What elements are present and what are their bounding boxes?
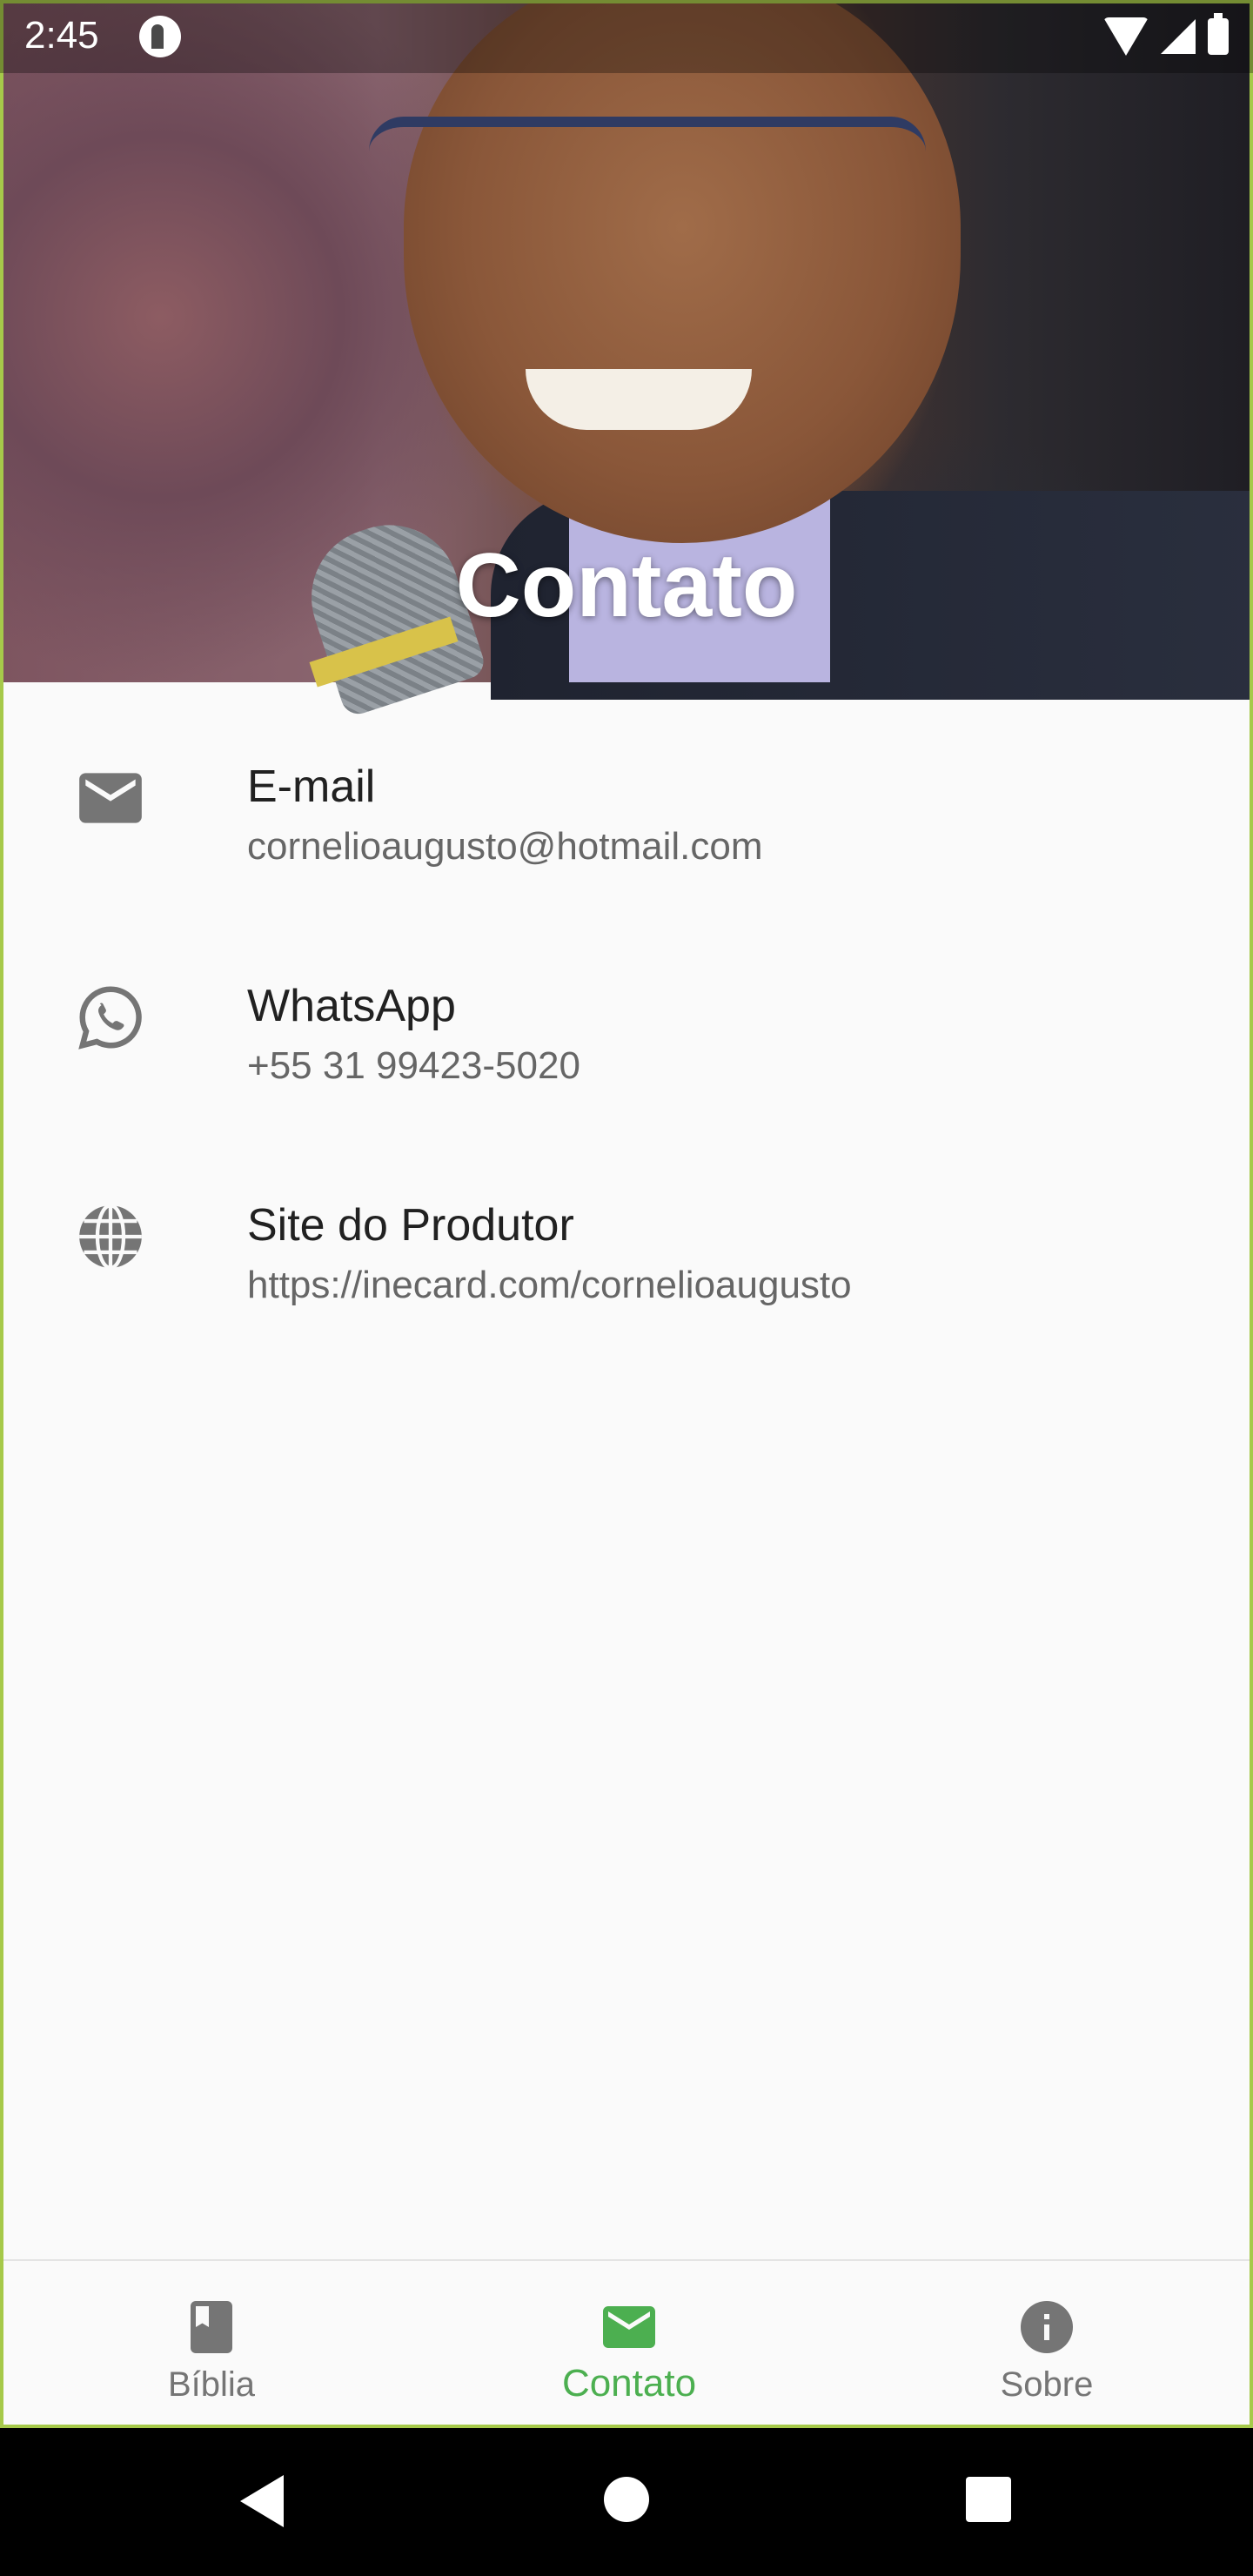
book-icon bbox=[191, 2301, 232, 2353]
wifi-icon bbox=[1103, 17, 1149, 56]
email-icon bbox=[79, 773, 142, 823]
status-bar: 2:45 bbox=[0, 0, 1253, 73]
header-photo: Contato bbox=[3, 3, 1250, 719]
status-time: 2:45 bbox=[24, 14, 99, 57]
header-photo-face bbox=[404, 3, 961, 543]
app-frame: Contato E-mail cornelioaugusto@hotmail.c… bbox=[0, 0, 1253, 2428]
nav-label-biblia: Bíblia bbox=[167, 2365, 256, 2404]
list-item-whatsapp[interactable]: WhatsApp +55 31 99423-5020 bbox=[3, 902, 1250, 1119]
globe-icon bbox=[79, 1204, 142, 1270]
header-photo-glasses bbox=[369, 117, 926, 231]
bottom-navigation: Bíblia Contato Sobre bbox=[3, 2259, 1250, 2425]
nav-item-sobre[interactable]: Sobre bbox=[942, 2261, 1151, 2425]
site-value: https://inecard.com/cornelioaugusto bbox=[247, 1264, 852, 1306]
header-photo-smile bbox=[526, 369, 752, 430]
email-title: E-mail bbox=[247, 761, 376, 812]
recents-icon[interactable] bbox=[966, 2477, 1011, 2522]
email-value: cornelioaugusto@hotmail.com bbox=[247, 825, 763, 868]
system-navigation-bar bbox=[0, 2428, 1253, 2576]
back-icon[interactable] bbox=[240, 2475, 284, 2527]
whatsapp-value: +55 31 99423-5020 bbox=[247, 1044, 580, 1087]
status-icons bbox=[1103, 13, 1229, 57]
home-icon[interactable] bbox=[604, 2477, 649, 2522]
list-item-email[interactable]: E-mail cornelioaugusto@hotmail.com bbox=[3, 682, 1250, 900]
signal-icon bbox=[1161, 19, 1196, 54]
nav-label-sobre: Sobre bbox=[1000, 2365, 1094, 2404]
nav-item-biblia[interactable]: Bíblia bbox=[107, 2261, 316, 2425]
app-notification-icon bbox=[139, 16, 181, 57]
site-title: Site do Produtor bbox=[247, 1200, 574, 1251]
whatsapp-title: WhatsApp bbox=[247, 981, 456, 1031]
nav-label-contato: Contato bbox=[561, 2362, 697, 2405]
email-icon bbox=[603, 2306, 655, 2348]
whatsapp-icon bbox=[78, 986, 142, 1050]
list-item-site[interactable]: Site do Produtor https://inecard.com/cor… bbox=[3, 1121, 1250, 1338]
battery-icon bbox=[1208, 13, 1229, 55]
nav-item-contato[interactable]: Contato bbox=[525, 2261, 734, 2425]
page-title: Contato bbox=[455, 535, 798, 636]
info-icon bbox=[1021, 2301, 1073, 2353]
